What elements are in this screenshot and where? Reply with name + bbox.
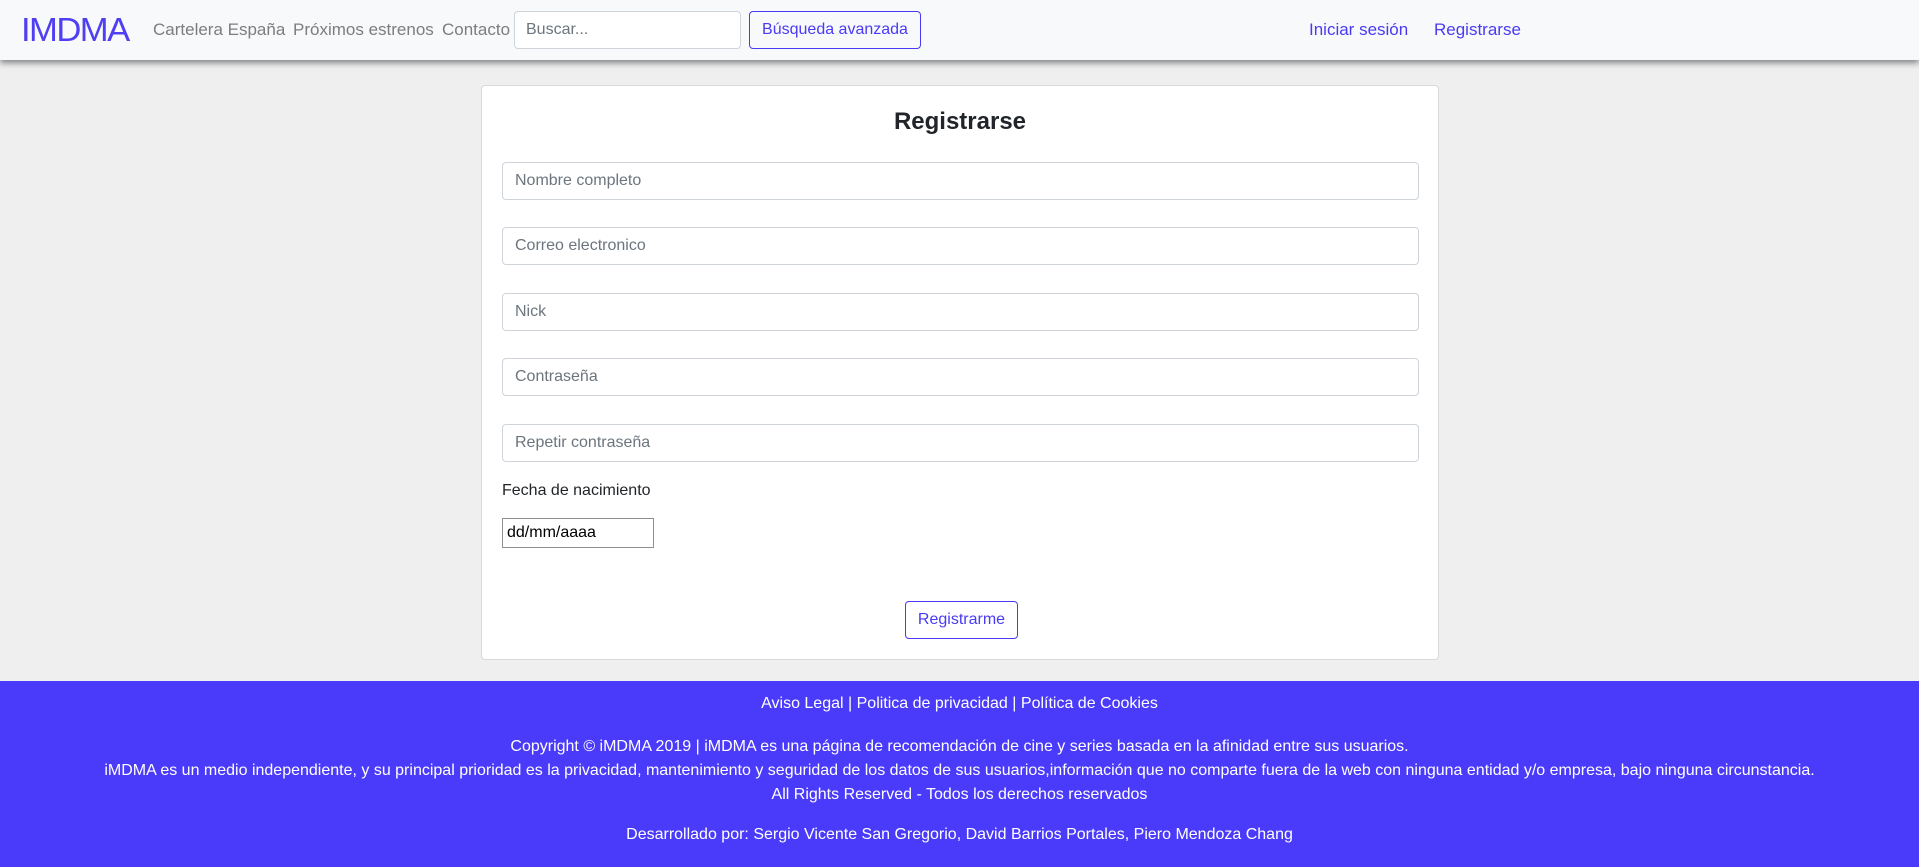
- register-card: Registrarse Fecha de nacimiento dd/mm/aa…: [481, 85, 1439, 660]
- rights-text: All Rights Reserved - Todos los derechos…: [771, 786, 1148, 803]
- password-field[interactable]: [502, 358, 1419, 396]
- register-link[interactable]: Registrarse: [1434, 20, 1521, 40]
- footer-separator: |: [1012, 695, 1017, 712]
- search-input[interactable]: [514, 11, 741, 49]
- privacy-policy-link[interactable]: Politica de privacidad: [857, 695, 1008, 712]
- full-name-field[interactable]: [502, 162, 1419, 200]
- footer-links: Aviso Legal | Politica de privacidad | P…: [0, 694, 1919, 714]
- birthdate-label: Fecha de nacimiento: [502, 482, 651, 499]
- nav-link-cartelera[interactable]: Cartelera España: [153, 20, 285, 40]
- repeat-password-field[interactable]: [502, 424, 1419, 462]
- nav-link-proximos-estrenos[interactable]: Próximos estrenos: [293, 20, 434, 40]
- register-title: Registrarse: [893, 108, 1027, 135]
- developers-text: Desarrollado por: Sergio Vicente San Gre…: [626, 826, 1293, 843]
- legal-notice-link[interactable]: Aviso Legal: [761, 695, 843, 712]
- advanced-search-button[interactable]: Búsqueda avanzada: [749, 11, 921, 49]
- birthdate-field[interactable]: dd/mm/aaaa: [502, 518, 654, 548]
- copyright-text: Copyright © iMDMA 2019 | iMDMA es una pá…: [510, 738, 1409, 755]
- top-navbar: IMDMA Cartelera España Próximos estrenos…: [0, 0, 1919, 60]
- site-logo[interactable]: IMDMA: [21, 12, 130, 48]
- footer: Aviso Legal | Politica de privacidad | P…: [0, 681, 1919, 867]
- cookie-policy-link[interactable]: Política de Cookies: [1021, 695, 1158, 712]
- nav-link-contacto[interactable]: Contacto: [442, 20, 510, 40]
- nick-field[interactable]: [502, 293, 1419, 331]
- footer-separator: |: [848, 695, 853, 712]
- privacy-note-text: iMDMA es un medio independiente, y su pr…: [104, 762, 1815, 779]
- email-field[interactable]: [502, 227, 1419, 265]
- register-submit-button[interactable]: Registrarme: [905, 601, 1018, 639]
- login-link[interactable]: Iniciar sesión: [1309, 20, 1408, 40]
